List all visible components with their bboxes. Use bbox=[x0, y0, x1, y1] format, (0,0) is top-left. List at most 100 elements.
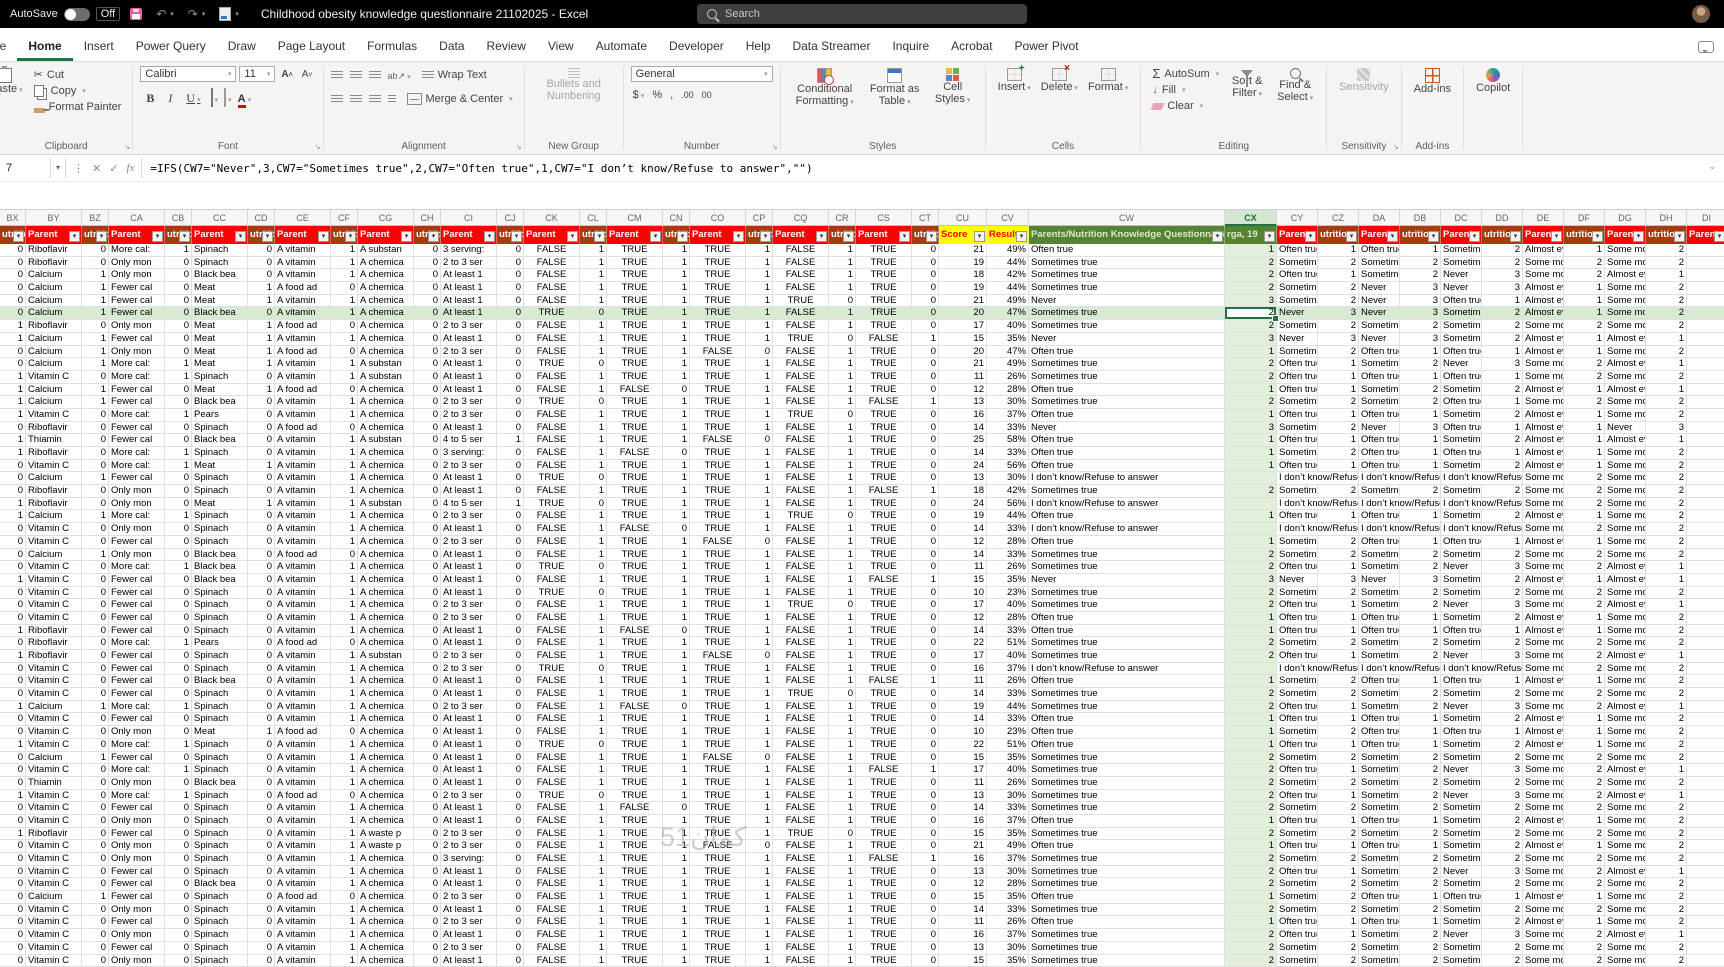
cell[interactable]: Only mon bbox=[109, 523, 165, 536]
cell[interactable]: Often true bbox=[1359, 460, 1400, 473]
cell[interactable]: Fewer cal bbox=[109, 650, 165, 663]
cell[interactable]: 1 bbox=[746, 929, 773, 942]
cell[interactable]: 0 bbox=[414, 498, 441, 511]
cell[interactable]: TRUE bbox=[607, 307, 663, 320]
cell[interactable]: 0 bbox=[912, 460, 939, 473]
cell[interactable]: FALSE bbox=[856, 764, 912, 777]
cell[interactable]: At least 1 bbox=[441, 587, 497, 600]
cell[interactable]: 1 bbox=[580, 955, 607, 967]
cell[interactable]: Vitamin C bbox=[26, 688, 82, 701]
cell[interactable]: 2 bbox=[1400, 777, 1441, 790]
cell[interactable] bbox=[1687, 904, 1724, 917]
cell[interactable]: 0 bbox=[497, 752, 524, 765]
cell[interactable]: 0 bbox=[0, 866, 26, 879]
cell[interactable]: 0 bbox=[912, 536, 939, 549]
cell[interactable]: 0 bbox=[82, 840, 109, 853]
filter-button[interactable]: ▾ bbox=[484, 231, 495, 242]
cell[interactable]: Spinach bbox=[192, 713, 248, 726]
cell[interactable]: 1 bbox=[82, 346, 109, 359]
cell[interactable]: 0 bbox=[0, 904, 26, 917]
cell[interactable]: 2 bbox=[1225, 752, 1277, 765]
cell[interactable]: 1 bbox=[829, 587, 856, 600]
cell[interactable] bbox=[1687, 320, 1724, 333]
cell[interactable]: TRUE bbox=[856, 904, 912, 917]
cell[interactable]: At least 1 bbox=[441, 549, 497, 562]
cell[interactable]: Sometime bbox=[1441, 713, 1482, 726]
cell[interactable]: 1 bbox=[663, 599, 690, 612]
cell[interactable]: 0 bbox=[414, 625, 441, 638]
cell[interactable]: 2 bbox=[1482, 307, 1523, 320]
cell[interactable]: 0 bbox=[165, 853, 192, 866]
cell[interactable]: Often true bbox=[1359, 612, 1400, 625]
cell[interactable]: Almost ev bbox=[1523, 434, 1564, 447]
cell[interactable]: 1 bbox=[331, 764, 358, 777]
cell[interactable]: Often true bbox=[1277, 612, 1318, 625]
cell[interactable]: 0 bbox=[82, 878, 109, 891]
cell[interactable]: TRUE bbox=[856, 523, 912, 536]
cell[interactable]: FALSE bbox=[773, 561, 829, 574]
cell[interactable]: More cal: bbox=[109, 701, 165, 714]
cell[interactable] bbox=[1687, 790, 1724, 803]
cell[interactable]: TRUE bbox=[690, 663, 746, 676]
cell[interactable]: 0 bbox=[497, 828, 524, 841]
cell[interactable]: 1 bbox=[580, 320, 607, 333]
cell[interactable]: FALSE bbox=[524, 485, 580, 498]
cell[interactable]: Sometime bbox=[1277, 726, 1318, 739]
cell[interactable] bbox=[1687, 777, 1724, 790]
cell[interactable]: Some mo bbox=[1605, 777, 1646, 790]
cell[interactable]: Almost ev bbox=[1523, 574, 1564, 587]
cell[interactable]: 2 bbox=[1564, 485, 1605, 498]
cell[interactable]: More cal: bbox=[109, 561, 165, 574]
cell[interactable]: Some mo bbox=[1605, 853, 1646, 866]
cell[interactable]: A vitamin bbox=[275, 878, 331, 891]
cell[interactable]: 2 bbox=[1646, 295, 1687, 308]
cell[interactable]: FALSE bbox=[856, 485, 912, 498]
bold-button[interactable]: B bbox=[142, 91, 158, 106]
cell[interactable]: 2 bbox=[1318, 752, 1359, 765]
cell[interactable]: A chemica bbox=[358, 485, 414, 498]
cell[interactable]: 37% bbox=[987, 853, 1029, 866]
cell[interactable]: 33% bbox=[987, 422, 1029, 435]
column-header-CH[interactable]: CH bbox=[414, 210, 441, 226]
cell[interactable]: Fewer cal bbox=[109, 396, 165, 409]
cell[interactable]: 1 bbox=[663, 257, 690, 270]
cell[interactable]: 1 bbox=[248, 333, 275, 346]
cell[interactable]: 0 bbox=[912, 244, 939, 257]
selected-cell[interactable]: 2 bbox=[1225, 307, 1277, 320]
cell[interactable]: TRUE bbox=[856, 422, 912, 435]
cell[interactable]: TRUE bbox=[690, 574, 746, 587]
cell[interactable]: Vitamin C bbox=[26, 460, 82, 473]
cell[interactable]: A chemica bbox=[358, 663, 414, 676]
cell[interactable]: 1 bbox=[829, 612, 856, 625]
cell[interactable]: TRUE bbox=[690, 904, 746, 917]
cell[interactable]: TRUE bbox=[856, 549, 912, 562]
cell[interactable]: 2 bbox=[1225, 599, 1277, 612]
cell[interactable]: Sometime bbox=[1277, 942, 1318, 955]
cell[interactable]: 1 bbox=[0, 650, 26, 663]
cell[interactable]: Sometime bbox=[1359, 650, 1400, 663]
cell[interactable]: 0 bbox=[82, 587, 109, 600]
cell[interactable]: 2 bbox=[1564, 523, 1605, 536]
cell[interactable]: 0 bbox=[497, 739, 524, 752]
cell[interactable]: 1 bbox=[331, 333, 358, 346]
cell[interactable]: A chemica bbox=[358, 574, 414, 587]
cell[interactable]: Sometime bbox=[1277, 802, 1318, 815]
cell[interactable]: Sometime bbox=[1359, 942, 1400, 955]
cell[interactable]: 37% bbox=[987, 409, 1029, 422]
cell[interactable]: At least 1 bbox=[441, 675, 497, 688]
cell[interactable]: A substan bbox=[358, 358, 414, 371]
cell[interactable]: 0 bbox=[497, 650, 524, 663]
cell[interactable]: A vitamin bbox=[275, 688, 331, 701]
cell[interactable]: Often true bbox=[1277, 916, 1318, 929]
cell[interactable]: Often true bbox=[1029, 625, 1225, 638]
fill-handle[interactable] bbox=[1272, 315, 1279, 322]
cell[interactable]: 1 bbox=[663, 422, 690, 435]
cell[interactable]: 3 serving: bbox=[441, 244, 497, 257]
cell[interactable]: Often true bbox=[1029, 346, 1225, 359]
cell[interactable]: FALSE bbox=[524, 701, 580, 714]
cell[interactable]: 1 bbox=[1646, 650, 1687, 663]
cell[interactable]: At least 1 bbox=[441, 485, 497, 498]
cell[interactable]: A chemica bbox=[358, 701, 414, 714]
cell[interactable]: 2 bbox=[1646, 853, 1687, 866]
cell[interactable] bbox=[1687, 878, 1724, 891]
